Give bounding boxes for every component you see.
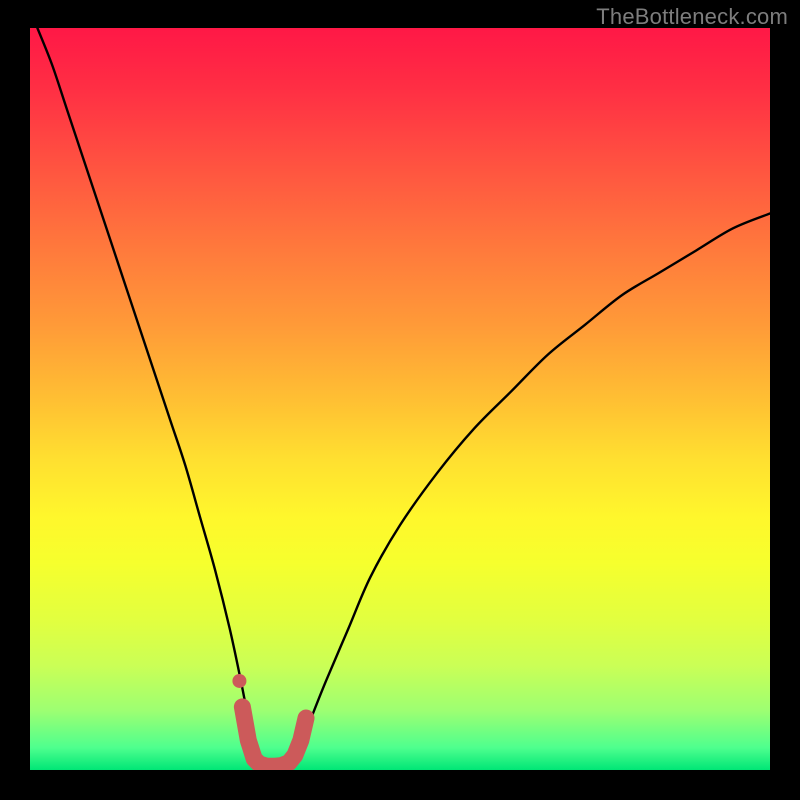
marker-stroke: [242, 707, 306, 766]
chart-frame: TheBottleneck.com: [0, 0, 800, 800]
plot-area: [30, 28, 770, 770]
watermark-text: TheBottleneck.com: [596, 4, 788, 30]
marker-dot: [232, 674, 246, 688]
curve-layer: [30, 28, 770, 770]
bottleneck-curve: [37, 28, 770, 770]
